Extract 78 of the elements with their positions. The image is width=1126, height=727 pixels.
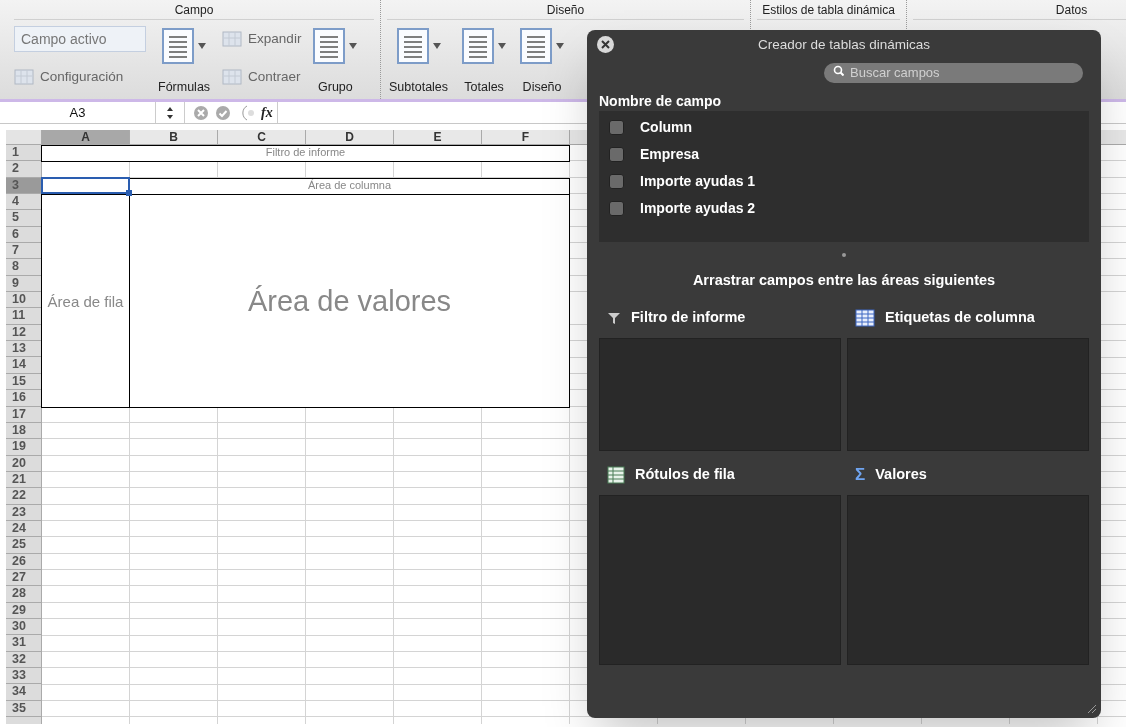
splitter-handle-icon	[841, 252, 847, 258]
area-heading: Valores	[875, 464, 927, 484]
checkbox[interactable]	[609, 147, 624, 162]
field-name: Column	[640, 118, 693, 137]
table-icon	[855, 308, 875, 327]
row-header: 19	[6, 439, 42, 456]
table-icon	[462, 28, 495, 64]
table-icon	[520, 28, 553, 64]
placeholder-text: Filtro de informe	[265, 146, 346, 158]
column-header: F	[482, 130, 570, 145]
column-header: E	[394, 130, 482, 145]
row-header: 28	[6, 586, 42, 603]
fill-handle[interactable]	[126, 190, 132, 197]
section-heading: Nombre de campo	[599, 92, 723, 110]
row-header: 10	[6, 292, 42, 309]
grid-icon	[222, 67, 243, 87]
table-icon	[607, 465, 625, 484]
group-title: Estilos de tabla dinámica	[757, 0, 900, 20]
search-icon	[833, 65, 844, 76]
grid-icon	[14, 67, 34, 87]
field-name: Importe ayudas 2	[640, 199, 756, 218]
checkbox[interactable]	[609, 201, 624, 216]
column-header: B	[130, 130, 218, 145]
field-name: Empresa	[640, 145, 700, 164]
row-header: 14	[6, 357, 42, 374]
row-header: 34	[6, 684, 42, 701]
ribbon-button[interactable]: Subtotales	[387, 26, 451, 94]
close-button[interactable]	[597, 36, 614, 53]
row-header: 33	[6, 668, 42, 685]
row-header: 2	[6, 161, 42, 178]
instruction-text: Arrastrar campos entre las áreas siguientes	[691, 271, 997, 290]
row-header: 16	[6, 390, 42, 407]
group-title: Datos	[913, 0, 1126, 20]
ribbon-button[interactable]: Diseño	[518, 26, 567, 94]
sigma-symbol: Σ	[855, 464, 866, 486]
grid-icon	[222, 29, 243, 49]
row-header: 22	[6, 488, 42, 505]
row-header: 5	[6, 210, 42, 227]
group-title: Campo	[14, 0, 374, 20]
checkbox[interactable]	[609, 174, 624, 189]
table-icon	[162, 28, 195, 64]
ribbon-button[interactable]: Fórmulas	[156, 26, 213, 94]
select-all-corner[interactable]	[6, 130, 42, 145]
resize-grip-icon	[1085, 702, 1097, 714]
area-heading: Etiquetas de columna	[885, 307, 1035, 327]
name-box[interactable]: A3	[0, 102, 155, 123]
column-header: D	[306, 130, 394, 145]
area-heading: Filtro de informe	[631, 307, 746, 327]
funnel-icon	[607, 310, 621, 325]
table-icon	[396, 28, 429, 64]
column-header: A	[42, 130, 130, 145]
field-name: Importe ayudas 1	[640, 172, 756, 191]
group-title: Diseño	[387, 0, 744, 20]
placeholder-text: Área de fila	[47, 292, 124, 309]
table-icon	[313, 28, 346, 64]
ribbon-button[interactable]: Grupo	[311, 26, 360, 94]
row-header: 11	[6, 308, 42, 325]
active-cell[interactable]	[41, 176, 130, 195]
panel-title: Creador de tablas dinámicas	[758, 35, 930, 54]
column-header: C	[218, 130, 306, 145]
equals-toggle-icon	[241, 104, 255, 121]
row-header: 7	[6, 243, 42, 260]
ribbon-button[interactable]: Totales	[460, 26, 509, 94]
checkbox[interactable]	[609, 120, 624, 135]
row-header: 25	[6, 537, 42, 554]
function-button[interactable]: fx	[261, 102, 278, 123]
placeholder-text: Área de valores	[247, 285, 452, 316]
row-header: 8	[6, 259, 42, 276]
stepper-icon	[166, 105, 174, 120]
active-field-input[interactable]: Campo activo	[14, 26, 146, 52]
area-heading: Rótulos de fila	[635, 464, 735, 484]
row-header: 31	[6, 635, 42, 652]
row-header: 13	[6, 341, 42, 358]
placeholder-text: Área de columna	[307, 178, 392, 191]
close-icon	[601, 40, 610, 49]
search-field[interactable]: Buscar campos	[824, 62, 1083, 83]
row-header: 1	[6, 145, 42, 162]
row-header: 4	[6, 194, 42, 211]
